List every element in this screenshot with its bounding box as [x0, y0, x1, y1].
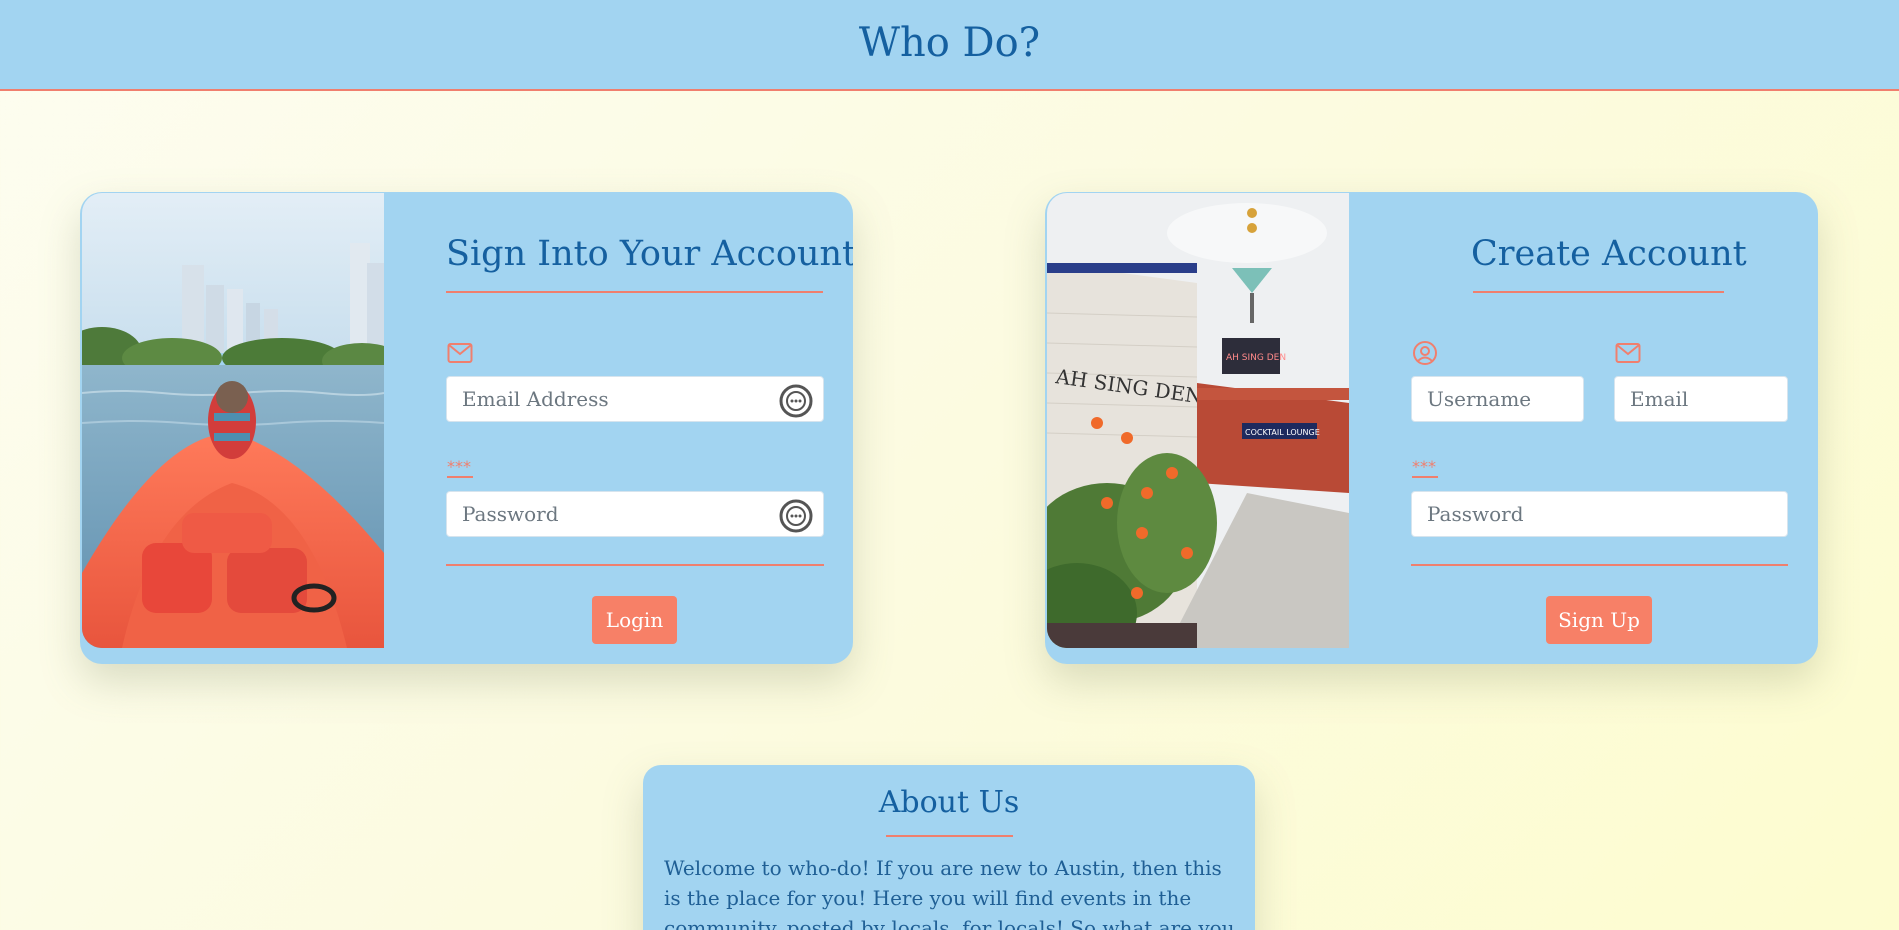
about-text: Welcome to who-do! If you are new to Aus… [664, 856, 1235, 930]
asterisks-icon: *** [1412, 455, 1438, 479]
envelope-icon [1615, 341, 1641, 365]
username-field[interactable]: Username [1411, 376, 1584, 422]
svg-text:***: *** [447, 457, 471, 476]
email-placeholder: Email Address [462, 387, 609, 411]
password-manager-icon[interactable] [779, 384, 813, 418]
svg-text:COCKTAIL LOUNGE: COCKTAIL LOUNGE [1245, 428, 1320, 437]
site-header: Who Do? [0, 0, 1899, 91]
signin-card: Sign Into Your Account Email Address ***… [80, 192, 853, 664]
password-manager-icon[interactable] [779, 499, 813, 533]
login-button[interactable]: Login [592, 596, 677, 644]
password-placeholder: Password [462, 502, 559, 526]
envelope-icon [447, 341, 473, 365]
signup-title-underline [1473, 291, 1724, 293]
svg-text:***: *** [1412, 457, 1436, 476]
about-title-underline [886, 835, 1013, 837]
signin-title-underline [446, 291, 823, 293]
signup-password-field[interactable]: Password [1411, 491, 1788, 537]
site-title: Who Do? [858, 19, 1041, 66]
kayak-dog-photo [82, 193, 384, 648]
signin-title: Sign Into Your Account [446, 234, 853, 274]
signup-button[interactable]: Sign Up [1546, 596, 1652, 644]
about-section: About Us Welcome to who-do! If you are n… [643, 765, 1255, 930]
storefront-photo: AH SING DEN AH SING DEN COCKTAIL LOUNGE [1047, 193, 1349, 648]
signup-password-placeholder: Password [1427, 502, 1524, 526]
signup-card: AH SING DEN AH SING DEN COCKTAIL LOUNGE [1045, 192, 1818, 664]
svg-text:AH SING DEN: AH SING DEN [1226, 353, 1286, 363]
user-circle-icon [1412, 341, 1438, 365]
username-placeholder: Username [1427, 387, 1532, 411]
about-title: About Us [878, 785, 1020, 820]
signup-email-placeholder: Email [1630, 387, 1689, 411]
email-field[interactable]: Email Address [446, 376, 824, 422]
signup-divider [1411, 564, 1788, 566]
signin-divider [446, 564, 824, 566]
signup-email-field[interactable]: Email [1614, 376, 1788, 422]
signup-title: Create Account [1471, 234, 1747, 274]
asterisks-icon: *** [447, 455, 473, 479]
password-field[interactable]: Password [446, 491, 824, 537]
